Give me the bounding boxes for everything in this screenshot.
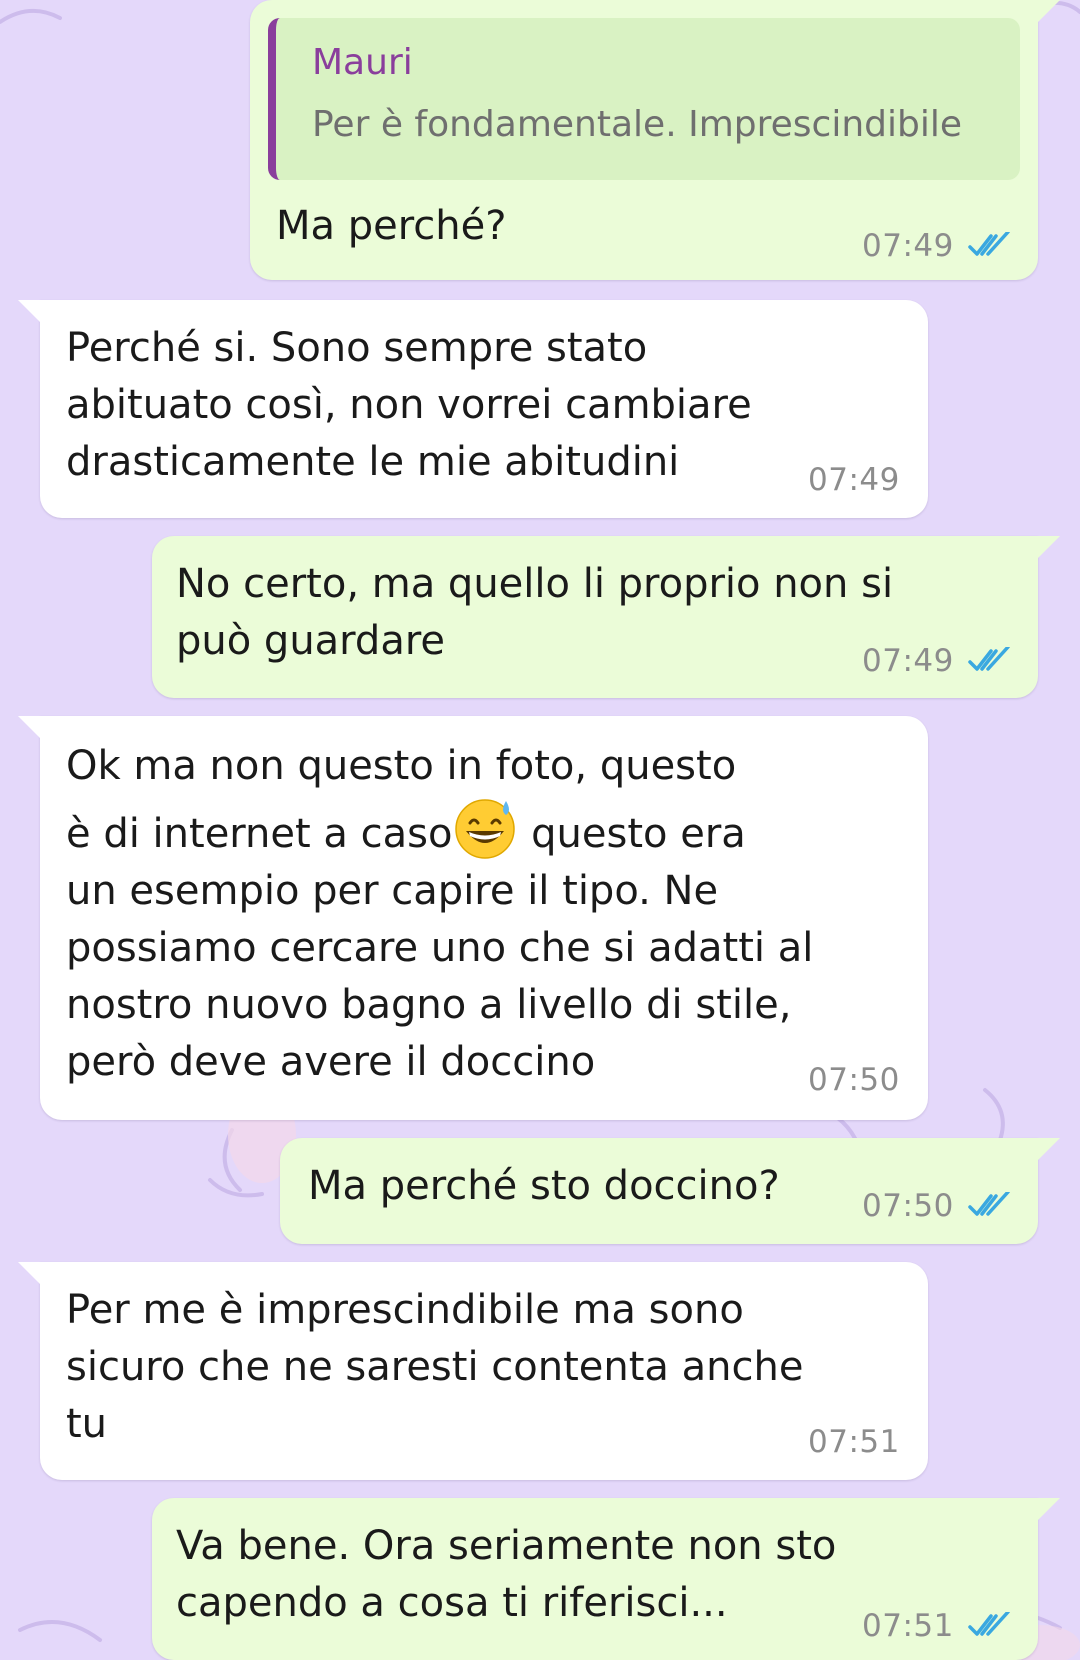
bubble-tail [1038, 1138, 1060, 1160]
message-meta: 07:49 [862, 641, 1010, 681]
message-text: No certo, ma quello li proprio non si pu… [176, 561, 894, 664]
double-check-read-icon [968, 1192, 1010, 1216]
bubble-tail [18, 1262, 40, 1284]
message-bubble-outgoing[interactable]: Ma perché sto doccino? 07:50 [280, 1138, 1038, 1244]
bubble-tail [1038, 0, 1060, 22]
message-time: 07:50 [862, 1188, 954, 1224]
message-text: Va bene. Ora seriamente non sto capendo … [176, 1523, 837, 1626]
double-check-read-icon [968, 232, 1010, 256]
message-meta: 07:49 [808, 460, 900, 500]
message-time: 07:51 [862, 1608, 954, 1644]
message-text: Ma perché sto doccino? [308, 1163, 780, 1209]
message-text: Per me è imprescindibile ma sono sicuro … [66, 1287, 804, 1447]
message-bubble-incoming[interactable]: Ok ma non questo in foto, questo è di in… [40, 716, 928, 1120]
grinning-face-with-sweat-emoji [455, 799, 516, 859]
bubble-tail [18, 300, 40, 322]
message-meta: 07:51 [808, 1422, 900, 1462]
message-meta: 07:49 [862, 226, 1010, 266]
message-time: 07:51 [808, 1424, 900, 1460]
message-meta: 07:50 [808, 1060, 900, 1100]
message-bubble-incoming[interactable]: Perché si. Sono sempre stato abituato co… [40, 300, 928, 518]
double-check-read-icon [968, 1612, 1010, 1636]
message-time: 07:49 [862, 228, 954, 264]
message-time: 07:49 [862, 643, 954, 679]
message-time: 07:50 [808, 1062, 900, 1098]
message-time: 07:49 [808, 462, 900, 498]
bubble-tail [1038, 536, 1060, 558]
bubble-tail [1038, 1498, 1060, 1520]
quoted-text: Per è fondamentale. Imprescindibile [312, 104, 963, 145]
double-check-read-icon [968, 647, 1010, 671]
message-text: Ma perché? [276, 203, 507, 249]
message-bubble-outgoing[interactable]: Mauri Per è fondamentale. Imprescindibil… [250, 0, 1038, 280]
message-bubble-outgoing[interactable]: No certo, ma quello li proprio non si pu… [152, 536, 1038, 698]
message-bubble-incoming[interactable]: Per me è imprescindibile ma sono sicuro … [40, 1262, 928, 1480]
message-text: Ok ma non questo in foto, questo è di in… [66, 738, 813, 1091]
message-bubble-outgoing[interactable]: Va bene. Ora seriamente non sto capendo … [152, 1498, 1038, 1660]
message-meta: 07:51 [862, 1606, 1010, 1646]
message-meta: 07:50 [862, 1186, 1010, 1226]
quoted-author: Mauri [312, 42, 413, 83]
bubble-tail [18, 716, 40, 738]
quoted-reply[interactable]: Mauri Per è fondamentale. Imprescindibil… [268, 18, 1020, 180]
message-text: Perché si. Sono sempre stato abituato co… [66, 325, 752, 485]
